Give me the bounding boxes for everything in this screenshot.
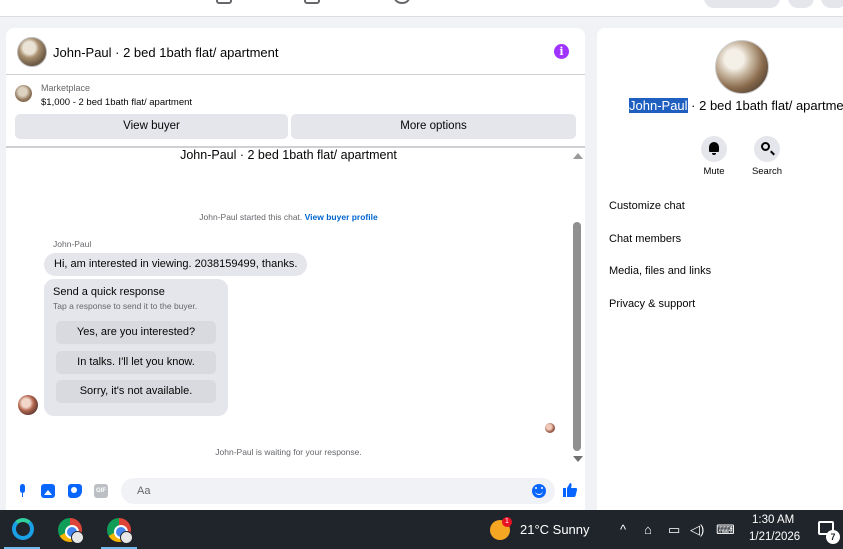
- taskbar-edge[interactable]: [2, 510, 42, 549]
- clock-date[interactable]: 1/21/2026: [749, 531, 800, 543]
- quick-response-card: Send a quick response Tap a response to …: [44, 279, 228, 416]
- messenger-nav-icon[interactable]: [821, 0, 843, 8]
- started-text: John-Paul started this chat.: [199, 212, 303, 222]
- groups-nav-icon[interactable]: [304, 0, 320, 4]
- scrollbar-thumb[interactable]: [573, 222, 581, 451]
- mute-label: Mute: [703, 166, 725, 177]
- marketplace-nav-icon[interactable]: [216, 0, 232, 4]
- message-thread: John-Paul · 2 bed 1bath flat/ apartment …: [6, 148, 585, 470]
- buyer-avatar[interactable]: [18, 395, 38, 415]
- menu-grid-icon[interactable]: [788, 0, 814, 8]
- search-icon: [761, 142, 770, 151]
- network-icon[interactable]: ▭: [668, 522, 680, 538]
- menu-media-files-links[interactable]: Media, files and links: [609, 265, 711, 277]
- scroll-down-arrow-icon[interactable]: [573, 456, 583, 462]
- sender-name: John-Paul: [53, 239, 92, 249]
- menu-customize-chat[interactable]: Customize chat: [609, 200, 685, 212]
- marketplace-listing-banner[interactable]: Marketplace $1,000 - 2 bed 1bath flat/ a…: [6, 76, 585, 116]
- notification-count: 7: [826, 530, 840, 544]
- seen-indicator-avatar: [545, 423, 555, 433]
- thread-title: John-Paul · 2 bed 1bath flat/ apartment: [180, 148, 397, 162]
- chat-info-panel: John-Paul · 2 bed 1bath flat/ apartment …: [597, 28, 843, 510]
- thread-scrollbar[interactable]: [572, 148, 584, 470]
- info-panel-title: John-Paul · 2 bed 1bath flat/ apartment: [629, 98, 843, 113]
- gaming-nav-icon[interactable]: [394, 0, 410, 4]
- tray-chevron-icon[interactable]: ^: [620, 522, 626, 537]
- marketplace-label: Marketplace: [41, 83, 91, 93]
- top-navigation-bar: [0, 0, 843, 17]
- sticker-icon[interactable]: [68, 484, 82, 498]
- mute-button[interactable]: [701, 136, 727, 162]
- keyboard-icon[interactable]: ⌨: [716, 522, 735, 538]
- info-title-rest: · 2 bed 1bath flat/ apartment: [687, 98, 843, 113]
- menu-chat-members[interactable]: Chat members: [609, 233, 681, 245]
- view-buyer-profile-link[interactable]: View buyer profile: [305, 212, 378, 222]
- scroll-up-arrow-icon[interactable]: [573, 153, 583, 159]
- meet-now-icon[interactable]: ⌂: [644, 522, 652, 537]
- view-buyer-button[interactable]: View buyer: [15, 114, 288, 139]
- edge-icon: [12, 518, 34, 540]
- waiting-notice: John-Paul is waiting for your response.: [215, 447, 362, 457]
- emoji-icon[interactable]: [532, 484, 546, 498]
- listing-price-title: $1,000 - 2 bed 1bath flat/ apartment: [41, 97, 193, 108]
- mute-action[interactable]: Mute: [684, 136, 744, 177]
- message-composer: GIF: [6, 474, 585, 510]
- weather-text[interactable]: 21°C Sunny: [520, 522, 590, 537]
- like-thumb-icon[interactable]: [562, 482, 578, 498]
- search-action[interactable]: Search: [737, 136, 797, 177]
- search-label: Search: [751, 166, 783, 177]
- more-options-button[interactable]: More options: [291, 114, 576, 139]
- taskbar: 1 21°C Sunny ^ ⌂ ▭ ◁) ⌨ 1:30 AM 1/21/202…: [0, 510, 843, 549]
- clock-time[interactable]: 1:30 AM: [752, 514, 794, 526]
- taskbar-chrome-1[interactable]: [50, 510, 90, 549]
- chrome-icon: [58, 518, 84, 544]
- taskbar-chrome-2[interactable]: [99, 510, 139, 549]
- selected-name-text[interactable]: John-Paul: [629, 98, 688, 113]
- quick-response-title: Send a quick response: [53, 286, 165, 298]
- search-button[interactable]: [754, 136, 780, 162]
- listing-avatar[interactable]: [17, 37, 47, 67]
- chat-header: John-Paul · 2 bed 1bath flat/ apartment …: [6, 28, 585, 75]
- weather-badge: 1: [502, 517, 512, 527]
- quick-reply-in-talks-button[interactable]: In talks. I'll let you know.: [56, 351, 216, 374]
- gif-icon[interactable]: GIF: [94, 484, 108, 498]
- photo-icon[interactable]: [41, 484, 55, 498]
- quick-response-subtitle: Tap a response to send it to the buyer.: [53, 301, 198, 311]
- chat-panel: John-Paul · 2 bed 1bath flat/ apartment …: [6, 28, 585, 510]
- chat-started-notice: John-Paul started this chat. View buyer …: [6, 212, 571, 222]
- quick-reply-not-available-button[interactable]: Sorry, it's not available.: [56, 380, 216, 403]
- listing-photo-avatar[interactable]: [715, 40, 769, 94]
- volume-icon[interactable]: ◁): [690, 522, 704, 538]
- bell-icon: [709, 142, 719, 155]
- chat-title[interactable]: John-Paul · 2 bed 1bath flat/ apartment: [53, 45, 278, 60]
- incoming-message[interactable]: Hi, am interested in viewing. 2038159499…: [44, 253, 308, 276]
- microphone-icon[interactable]: [16, 484, 30, 498]
- nav-pill-button[interactable]: [704, 0, 780, 8]
- message-input[interactable]: [121, 478, 555, 504]
- chrome-icon: [107, 518, 133, 544]
- quick-reply-yes-button[interactable]: Yes, are you interested?: [56, 321, 216, 344]
- menu-privacy-support[interactable]: Privacy & support: [609, 298, 695, 310]
- listing-thumbnail: [15, 85, 32, 102]
- info-icon[interactable]: i: [554, 44, 569, 59]
